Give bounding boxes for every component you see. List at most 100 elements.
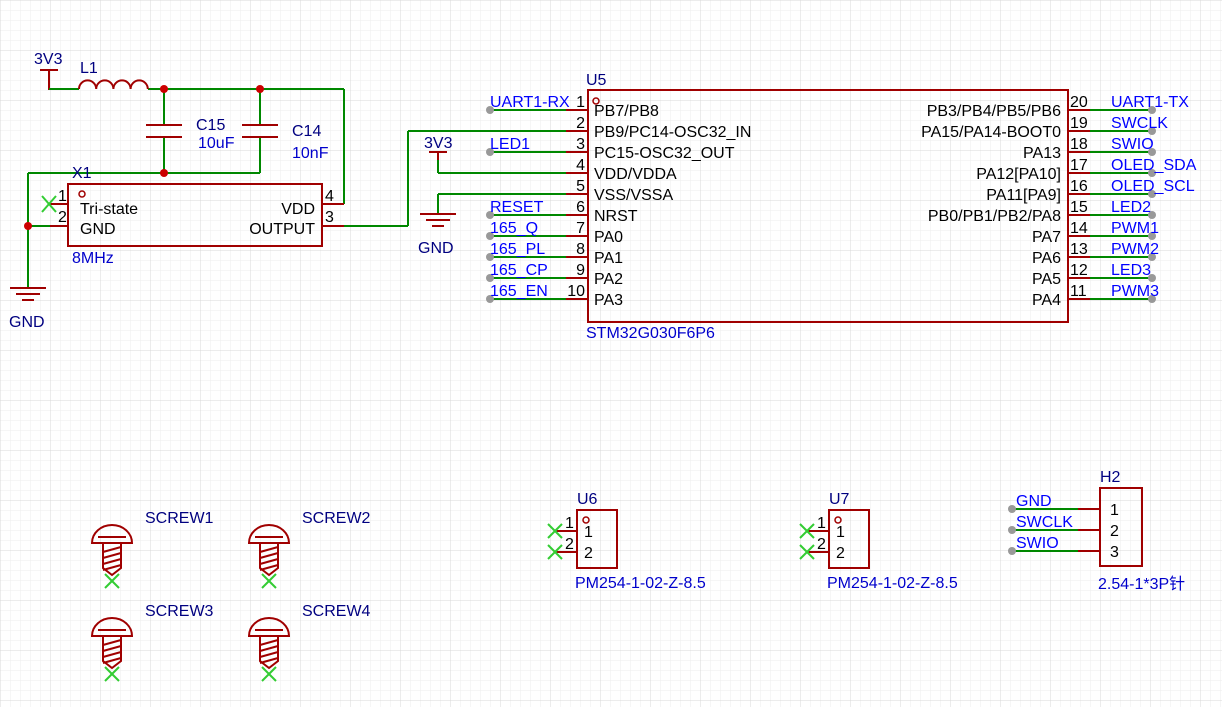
u5-designator: U5: [586, 72, 607, 89]
pin-number: 15: [1070, 199, 1088, 216]
vcc-label-2: 3V3: [424, 135, 453, 152]
net-label: LED1: [490, 136, 530, 153]
gnd-label-2: GND: [418, 240, 454, 257]
net-label: UART1-TX: [1111, 94, 1189, 111]
pin-number: 16: [1070, 178, 1088, 195]
net-label: 165_PL: [490, 241, 545, 258]
pin-number: 18: [1070, 136, 1088, 153]
x1-pin-num: 2: [58, 209, 67, 226]
pin-name: PB3/PB4/PB5/PB6: [927, 103, 1061, 120]
pin-number: 6: [576, 199, 585, 216]
x1-pin-num: 3: [325, 209, 334, 226]
screw-designator: SCREW1: [145, 510, 214, 527]
pin-name: PA3: [594, 292, 623, 309]
pin-number: 8: [576, 241, 585, 258]
schematic-canvas[interactable]: 3V3 L1 C15 10uF C14 10nF X1 8MHz 1 2 3 4…: [0, 0, 1222, 707]
pin-name: VSS/VSSA: [594, 187, 673, 204]
gnd-label-1: GND: [9, 314, 45, 331]
pin-name: PA15/PA14-BOOT0: [921, 124, 1061, 141]
screw-designator: SCREW2: [302, 510, 371, 527]
pin-number: 2: [817, 536, 826, 553]
net-label: PWM3: [1111, 283, 1159, 300]
pin-number: 4: [576, 157, 585, 174]
pin-name: 1: [584, 524, 593, 541]
c15-designator: C15: [196, 117, 225, 134]
net-label: 165_Q: [490, 220, 538, 237]
net-port-dot[interactable]: [1008, 547, 1016, 555]
u6-designator: U6: [577, 491, 598, 508]
c15-value: 10uF: [198, 135, 235, 152]
pin-name: PA6: [1032, 250, 1061, 267]
pin-name: PA4: [1032, 292, 1061, 309]
pin-number: 19: [1070, 115, 1088, 132]
u7-value: PM254-1-02-Z-8.5: [827, 575, 958, 592]
pin-number: 9: [576, 262, 585, 279]
pin-number: 2: [576, 115, 585, 132]
h2-value: 2.54-1*3P针: [1098, 575, 1185, 593]
net-label: SWCLK: [1111, 115, 1168, 132]
pin-name: PA2: [594, 271, 623, 288]
pin-name: PB0/PB1/PB2/PA8: [928, 208, 1061, 225]
net-label: SWCLK: [1016, 514, 1073, 531]
pin-number: 2: [1110, 523, 1119, 540]
pin-name: PA13: [1023, 145, 1061, 162]
pin-number: 3: [1110, 544, 1119, 561]
pin-number: 1: [817, 515, 826, 532]
pin-number: 1: [576, 94, 585, 111]
pin-number: 3: [576, 136, 585, 153]
pin-number: 7: [576, 220, 585, 237]
pin-name: PB9/PC14-OSC32_IN: [594, 124, 751, 141]
screw-designator: SCREW3: [145, 603, 214, 620]
l1-designator: L1: [80, 60, 98, 77]
net-label: PWM2: [1111, 241, 1159, 258]
pin-number: 1: [565, 515, 574, 532]
x1-pin-name: Tri-state: [80, 201, 138, 218]
pin-number: 14: [1070, 220, 1088, 237]
screw-designator: SCREW4: [302, 603, 371, 620]
schematic-sheet: 3V3 L1 C15 10uF C14 10nF X1 8MHz 1 2 3 4…: [0, 0, 1222, 707]
pin-number: 12: [1070, 262, 1088, 279]
pin-name: NRST: [594, 208, 638, 225]
net-label: RESET: [490, 199, 544, 216]
x1-pin-name: GND: [80, 221, 116, 238]
pin-number: 10: [567, 283, 585, 300]
net-port-dot[interactable]: [1008, 526, 1016, 534]
pin-number: 5: [576, 178, 585, 195]
net-label: 165_CP: [490, 262, 548, 279]
net-label: SWIO: [1016, 535, 1059, 552]
pin-name: PC15-OSC32_OUT: [594, 145, 735, 162]
x1-pin-name: VDD: [281, 201, 315, 218]
pin-name: PA5: [1032, 271, 1061, 288]
pin-name: VDD/VDDA: [594, 166, 677, 183]
pin-name: 1: [836, 524, 845, 541]
u7-designator: U7: [829, 491, 850, 508]
u5-value: STM32G030F6P6: [586, 325, 715, 342]
net-label: LED3: [1111, 262, 1151, 279]
pin-number: 20: [1070, 94, 1088, 111]
pin-name: PA12[PA10]: [976, 166, 1061, 183]
net-label: SWIO: [1111, 136, 1154, 153]
net-label: UART1-RX: [490, 94, 570, 111]
pin-name: 2: [836, 545, 845, 562]
x1-pin-name: OUTPUT: [249, 221, 315, 238]
pin-name: PA11[PA9]: [986, 187, 1061, 204]
net-label: OLED_SCL: [1111, 178, 1195, 195]
net-label: GND: [1016, 493, 1052, 510]
net-label: PWM1: [1111, 220, 1159, 237]
vcc-label-1: 3V3: [34, 51, 63, 68]
pin-number: 13: [1070, 241, 1088, 258]
pin-name: PA0: [594, 229, 623, 246]
net-port-dot[interactable]: [1008, 505, 1016, 513]
x1-pin-num: 4: [325, 188, 334, 205]
pin-number: 1: [1110, 502, 1119, 519]
net-label: LED2: [1111, 199, 1151, 216]
net-label: 165_EN: [490, 283, 548, 300]
pin-number: 17: [1070, 157, 1088, 174]
pin-name: PB7/PB8: [594, 103, 659, 120]
h2-designator: H2: [1100, 469, 1121, 486]
pin-number: 2: [565, 536, 574, 553]
pin-name: 2: [584, 545, 593, 562]
x1-pin-num: 1: [58, 188, 67, 205]
pin-name: PA7: [1032, 229, 1061, 246]
pin-name: PA1: [594, 250, 623, 267]
